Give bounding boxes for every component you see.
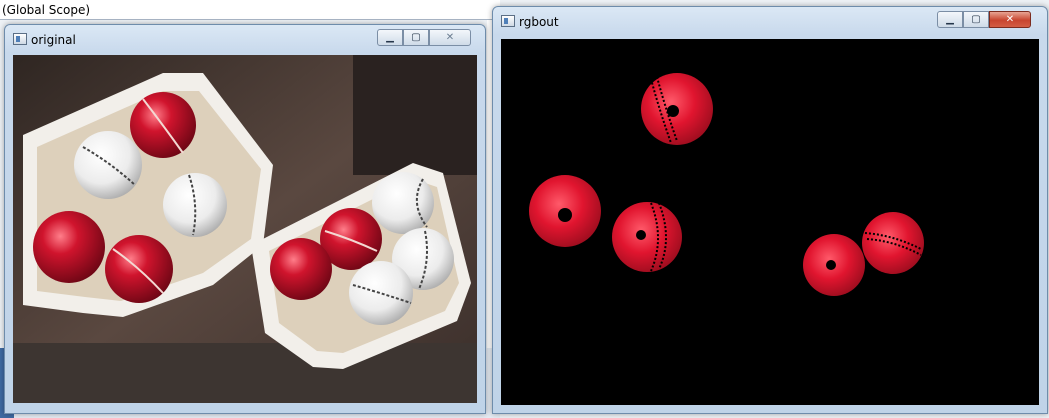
window-rgbout[interactable]: rgbout ▁ ▢ ✕ — [492, 6, 1048, 414]
window-controls: ▁ ▢ ✕ — [377, 29, 471, 47]
detected-ball — [612, 202, 682, 272]
global-scope-bar[interactable]: (Global Scope) — [0, 0, 500, 20]
window-app-icon — [501, 15, 515, 27]
original-photo — [13, 55, 477, 403]
minimize-icon: ▁ — [386, 32, 394, 43]
detected-ball — [803, 234, 865, 296]
minimize-button[interactable]: ▁ — [377, 29, 403, 46]
close-icon: ✕ — [445, 32, 455, 43]
window-original[interactable]: original ▁ ▢ ✕ — [4, 24, 486, 414]
close-icon: ✕ — [1005, 14, 1015, 25]
maximize-button[interactable]: ▢ — [963, 11, 989, 28]
detected-ball — [529, 175, 601, 247]
window-app-icon — [13, 33, 27, 45]
maximize-button[interactable]: ▢ — [403, 29, 429, 46]
rgbout-mask — [529, 73, 924, 296]
close-button[interactable]: ✕ — [429, 29, 471, 46]
maximize-icon: ▢ — [971, 14, 981, 25]
image-original — [13, 55, 477, 403]
detected-ball — [641, 73, 713, 145]
detected-ball — [862, 212, 924, 274]
window-title: rgbout — [519, 15, 559, 29]
close-button[interactable]: ✕ — [989, 11, 1031, 28]
window-title: original — [31, 33, 76, 47]
minimize-button[interactable]: ▁ — [937, 11, 963, 28]
image-rgbout — [501, 39, 1039, 405]
window-controls: ▁ ▢ ✕ — [937, 11, 1031, 29]
maximize-icon: ▢ — [411, 32, 421, 43]
minimize-icon: ▁ — [946, 14, 954, 25]
